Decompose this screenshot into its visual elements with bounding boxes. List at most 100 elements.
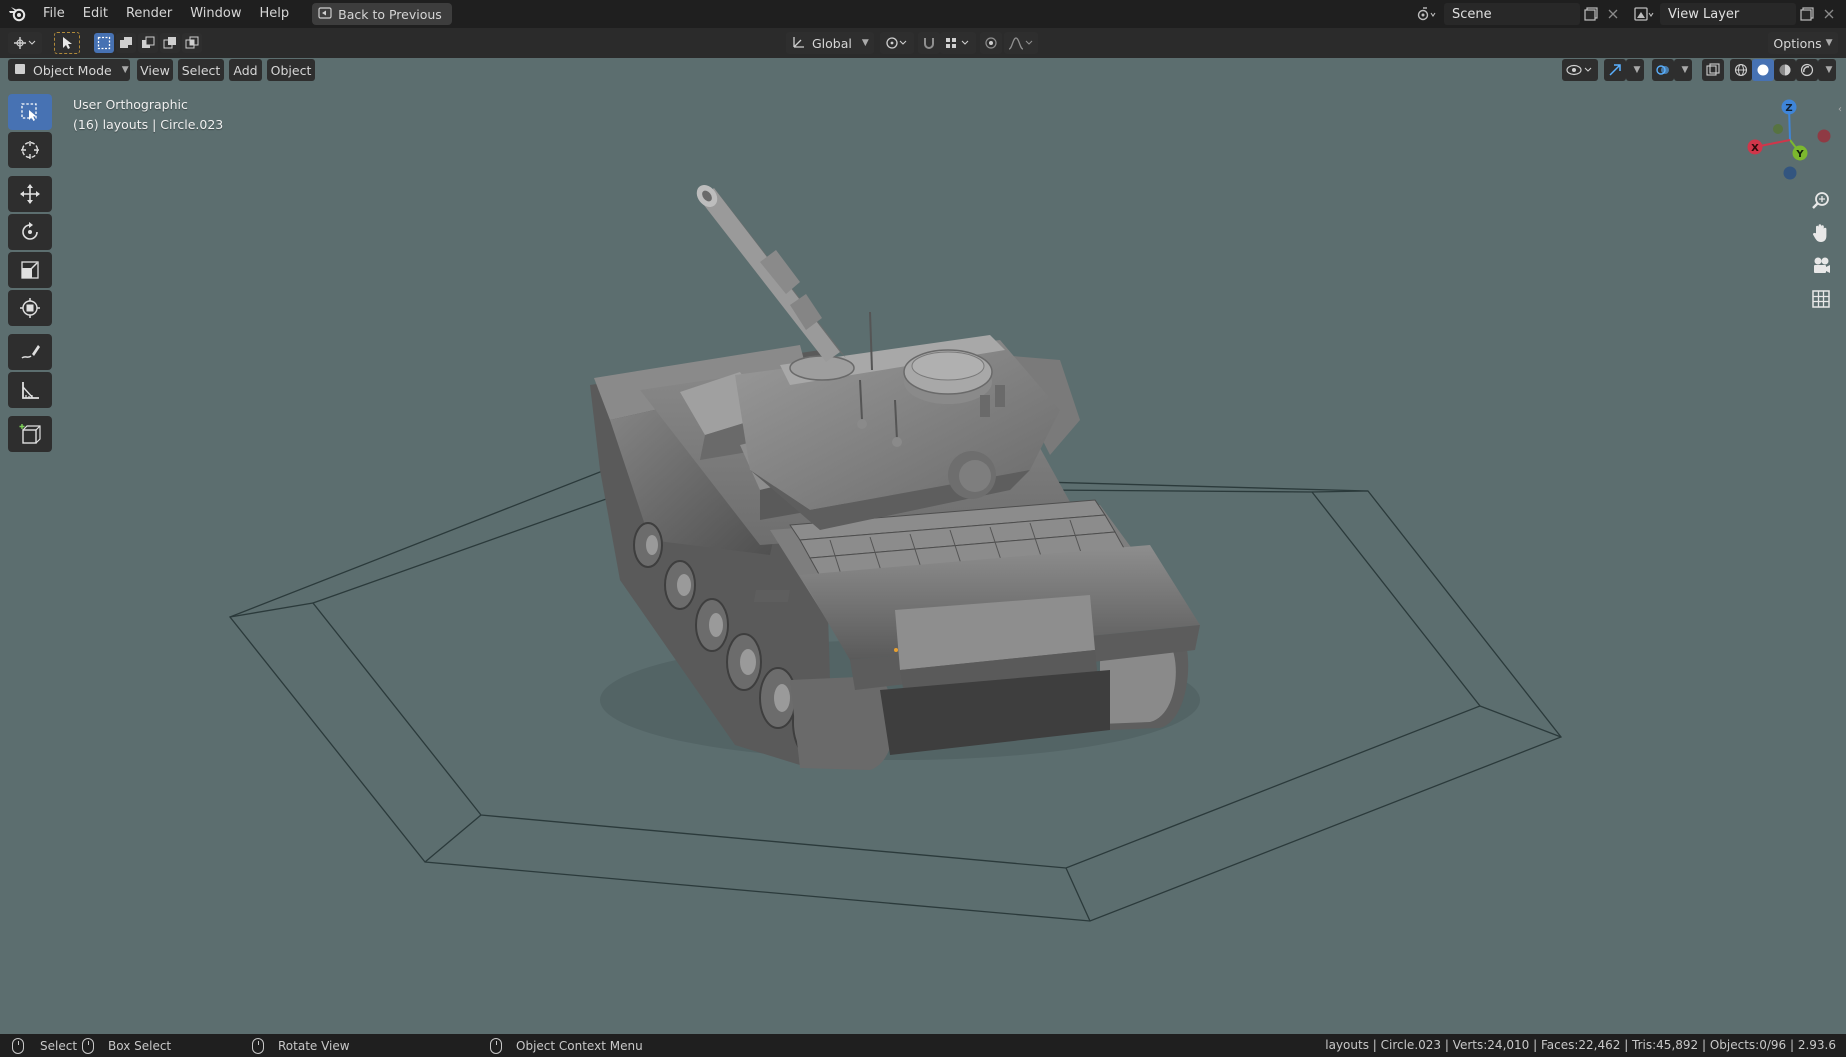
chevron-down-icon: ▼ <box>1825 65 1833 75</box>
back-to-previous-button[interactable]: Back to Previous <box>312 3 452 25</box>
overlays-toggle-icon[interactable] <box>1652 59 1674 81</box>
view-layer-icon[interactable] <box>1628 3 1660 25</box>
new-scene-icon[interactable] <box>1580 3 1602 25</box>
annotate-tool[interactable] <box>8 334 52 370</box>
chevron-down-icon: ▼ <box>121 65 129 75</box>
status-box-select-label: Box Select <box>108 1039 172 1053</box>
zoom-icon[interactable] <box>1806 185 1836 215</box>
select-mode-new-icon[interactable] <box>94 33 114 53</box>
new-view-layer-icon[interactable] <box>1796 3 1818 25</box>
sidebar-toggle-icon[interactable]: ‹ <box>1838 104 1846 120</box>
falloff-dropdown[interactable] <box>1004 32 1038 54</box>
overlays-dropdown[interactable]: ▼ <box>1674 59 1692 81</box>
delete-scene-icon[interactable] <box>1602 3 1624 25</box>
mode-dropdown[interactable]: Object Mode ▼ <box>8 59 130 81</box>
menu-file[interactable]: File <box>34 0 74 28</box>
scene-render <box>228 185 1563 922</box>
view-layer-name-field[interactable]: View Layer <box>1660 3 1796 25</box>
snap-toggle-icon[interactable] <box>918 32 940 54</box>
chevron-down-icon: ▼ <box>861 38 869 48</box>
chevron-down-icon: ▼ <box>1681 65 1689 75</box>
3d-viewport[interactable]: Object Mode ▼ View Select Add Object ▼ ▼… <box>0 58 1846 1034</box>
active-tool-icon[interactable] <box>54 32 80 54</box>
chevron-down-icon: ▼ <box>1825 38 1833 48</box>
scale-tool[interactable] <box>8 252 52 288</box>
select-mode-invert-icon[interactable] <box>160 33 180 53</box>
menu-render[interactable]: Render <box>117 0 181 28</box>
screen-back-icon <box>318 6 332 22</box>
mouse-middle-icon <box>252 1038 264 1054</box>
rotate-tool[interactable] <box>8 214 52 250</box>
view-menu[interactable]: View <box>137 59 173 81</box>
mouse-left-icon <box>12 1038 24 1054</box>
transform-orientation-value: Global <box>812 35 852 51</box>
tool-shelf <box>8 94 54 454</box>
mouse-drag-icon <box>82 1038 94 1054</box>
collection-info: (16) layouts | Circle.023 <box>73 117 224 132</box>
menu-edit[interactable]: Edit <box>74 0 117 28</box>
shading-dropdown[interactable]: ▼ <box>1818 59 1836 81</box>
status-box-select: Box Select <box>82 1037 171 1055</box>
material-shading-icon[interactable] <box>1774 59 1796 81</box>
visibility-dropdown[interactable] <box>1562 59 1598 81</box>
back-to-previous-label: Back to Previous <box>338 6 442 22</box>
move-tool[interactable] <box>8 176 52 212</box>
ortho-grid-icon[interactable] <box>1806 284 1836 314</box>
select-mode-subtract-icon[interactable] <box>138 33 158 53</box>
add-cube-tool[interactable] <box>8 416 52 452</box>
blender-logo-icon[interactable] <box>0 0 34 28</box>
options-dropdown[interactable]: Options ▼ <box>1768 32 1838 54</box>
status-rotate-view-label: Rotate View <box>278 1039 350 1053</box>
status-bar: Select Box Select Rotate View Object Con… <box>0 1034 1846 1057</box>
select-box-tool[interactable] <box>8 94 52 130</box>
add-menu[interactable]: Add <box>229 59 262 81</box>
menu-window[interactable]: Window <box>181 0 250 28</box>
xray-toggle-icon[interactable] <box>1702 59 1724 81</box>
snap-target-dropdown[interactable] <box>940 32 976 54</box>
solid-shading-icon[interactable] <box>1752 59 1774 81</box>
measure-tool[interactable] <box>8 372 52 408</box>
wireframe-shading-icon[interactable] <box>1730 59 1752 81</box>
tool-settings-header: Global ▼ Options ▼ <box>0 28 1846 58</box>
object-menu[interactable]: Object <box>267 59 315 81</box>
scene-name-field[interactable]: Scene <box>1444 3 1580 25</box>
gizmo-x-label: X <box>1751 143 1759 154</box>
select-mode-extend-icon[interactable] <box>116 33 136 53</box>
orientation-axes-icon <box>792 35 806 52</box>
gizmo-dropdown[interactable]: ▼ <box>1626 59 1644 81</box>
status-context-menu: Object Context Menu <box>490 1037 643 1055</box>
pivot-point-dropdown[interactable] <box>880 32 914 54</box>
object-mode-icon <box>13 62 27 79</box>
transform-tool[interactable] <box>8 290 52 326</box>
status-select-label: Select <box>40 1039 78 1053</box>
gizmo-z-label: Z <box>1785 103 1792 114</box>
viewport-info: User Orthographic (16) layouts | Circle.… <box>73 95 223 135</box>
view-name: User Orthographic <box>73 97 188 112</box>
delete-view-layer-icon[interactable] <box>1818 3 1840 25</box>
rendered-shading-icon[interactable] <box>1796 59 1818 81</box>
scene-name: Scene <box>1452 6 1492 22</box>
view-layer-selector: View Layer <box>1628 3 1840 25</box>
camera-view-icon[interactable] <box>1806 251 1836 281</box>
options-label: Options <box>1773 35 1822 51</box>
select-menu[interactable]: Select <box>178 59 224 81</box>
status-rotate-view: Rotate View <box>252 1037 350 1055</box>
editor-type-button[interactable] <box>8 32 42 54</box>
top-bar: File Edit Render Window Help Back to Pre… <box>0 0 1846 28</box>
transform-orientation-dropdown[interactable]: Global ▼ <box>786 32 874 54</box>
pan-hand-icon[interactable] <box>1806 218 1836 248</box>
chevron-down-icon: ▼ <box>1633 65 1641 75</box>
menu-help[interactable]: Help <box>251 0 299 28</box>
gizmo-y-label: Y <box>1795 149 1804 160</box>
cursor-tool[interactable] <box>8 132 52 168</box>
navigation-gizmo[interactable]: Z Y X <box>1740 95 1840 185</box>
gizmo-toggle-icon[interactable] <box>1604 59 1626 81</box>
scene-icon[interactable] <box>1412 3 1442 25</box>
scene-selector: Scene <box>1412 3 1624 25</box>
mouse-right-icon <box>490 1038 502 1054</box>
view-layer-name: View Layer <box>1668 6 1740 22</box>
tank-model <box>590 185 1200 770</box>
select-mode-intersect-icon[interactable] <box>182 33 202 53</box>
proportional-editing-icon[interactable] <box>980 32 1002 54</box>
status-context-menu-label: Object Context Menu <box>516 1039 643 1053</box>
